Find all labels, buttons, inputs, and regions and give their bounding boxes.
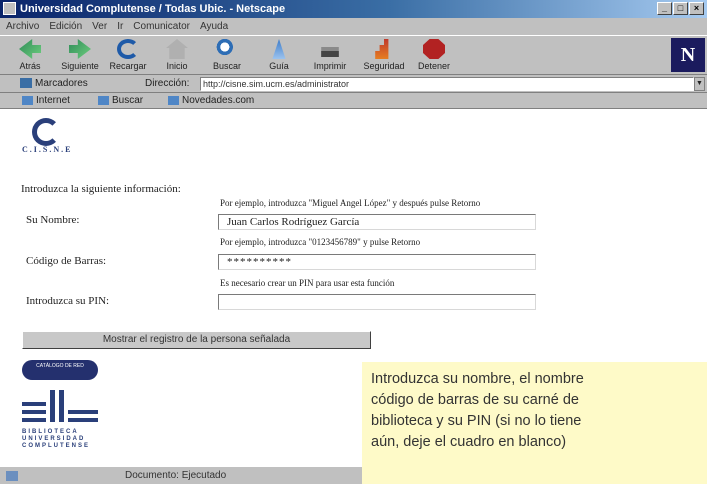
print-button[interactable]: Imprimir xyxy=(308,38,352,74)
name-label: Su Nombre: xyxy=(26,214,80,226)
print-icon xyxy=(321,47,339,57)
personal-link-novedades[interactable]: Novedades.com xyxy=(168,93,254,109)
security-icon xyxy=(375,39,389,59)
bookmarks-icon xyxy=(20,78,32,89)
personal-link-buscar[interactable]: Buscar xyxy=(98,93,143,109)
personal-toolbar: Internet Buscar Novedades.com xyxy=(0,93,707,109)
stop-icon xyxy=(423,39,445,59)
location-bar: Marcadores Dirección: http://cisne.sim.u… xyxy=(0,75,707,93)
cisne-logo-text: C.I.S.N.E xyxy=(22,145,73,154)
menu-comunicator[interactable]: Comunicator xyxy=(133,18,190,35)
search-button[interactable]: Buscar xyxy=(205,38,249,74)
window-title: Universidad Complutense / Todas Ubic. - … xyxy=(20,3,286,15)
bookmarks-button[interactable]: Marcadores xyxy=(20,75,88,93)
name-hint: Por ejemplo, introduzca "Miguel Angel Ló… xyxy=(220,198,481,208)
window-title-bar: Universidad Complutense / Todas Ubic. - … xyxy=(0,0,707,18)
forward-button[interactable]: Siguiente xyxy=(58,38,102,74)
library-logo-text: BIBLIOTECA UNIVERSIDAD COMPLUTENSE xyxy=(22,429,91,449)
library-logo-icon xyxy=(22,390,98,422)
form-intro: Introduzca la siguiente información: xyxy=(21,183,181,195)
cisne-logo-icon xyxy=(32,118,60,146)
menu-ir[interactable]: Ir xyxy=(117,18,123,35)
barcode-hint: Por ejemplo, introduzca "0123456789" y p… xyxy=(220,237,421,247)
reload-button[interactable]: Recargar xyxy=(106,38,150,74)
netscape-throbber-icon: N xyxy=(671,38,705,72)
barcode-label: Código de Barras: xyxy=(26,255,107,267)
back-button[interactable]: Atrás xyxy=(8,38,52,74)
stop-button[interactable]: Detener xyxy=(412,38,456,74)
catalog-badge[interactable]: CATÁLOGO DE RED xyxy=(22,360,98,380)
status-text: Documento: Ejecutado xyxy=(125,470,227,481)
guide-button[interactable]: Guía xyxy=(257,38,301,74)
menu-ayuda[interactable]: Ayuda xyxy=(200,18,228,35)
show-record-button[interactable]: Mostrar el registro de la persona señala… xyxy=(22,331,371,349)
home-icon xyxy=(166,39,188,59)
url-dropdown-button[interactable]: ▼ xyxy=(694,77,705,91)
minimize-button[interactable]: _ xyxy=(657,2,672,15)
navigation-toolbar: Atrás Siguiente Recargar Inicio Buscar G… xyxy=(0,35,707,75)
guide-icon xyxy=(272,39,286,59)
news-icon xyxy=(168,95,179,105)
personal-link-internet[interactable]: Internet xyxy=(22,93,70,109)
menu-edicion[interactable]: Edición xyxy=(49,18,82,35)
forward-icon xyxy=(69,39,91,59)
back-icon xyxy=(19,39,41,59)
pin-input[interactable] xyxy=(218,294,536,310)
app-icon xyxy=(3,2,16,15)
close-button[interactable]: × xyxy=(689,2,704,15)
home-button[interactable]: Inicio xyxy=(155,38,199,74)
instruction-callout: Introduzca su nombre, el nombre código d… xyxy=(362,362,707,484)
barcode-input[interactable]: ********** xyxy=(218,254,536,270)
connection-icon xyxy=(6,471,18,481)
search-icon xyxy=(216,39,238,59)
pin-hint: Es necesario crear un PIN para usar esta… xyxy=(220,278,395,288)
security-button[interactable]: Seguridad xyxy=(362,38,406,74)
window-controls: _ □ × xyxy=(657,2,704,15)
menu-ver[interactable]: Ver xyxy=(92,18,107,35)
location-label: Dirección: xyxy=(145,78,190,89)
menu-archivo[interactable]: Archivo xyxy=(6,18,39,35)
internet-icon xyxy=(22,95,33,105)
search-link-icon xyxy=(98,95,109,105)
pin-label: Introduzca su PIN: xyxy=(26,295,110,307)
url-input[interactable]: http://cisne.sim.ucm.es/administrator xyxy=(200,77,694,91)
reload-icon xyxy=(117,39,139,59)
name-input[interactable]: Juan Carlos Rodríguez García xyxy=(218,214,536,230)
maximize-button[interactable]: □ xyxy=(673,2,688,15)
menu-bar: Archivo Edición Ver Ir Comunicator Ayuda xyxy=(0,18,707,35)
